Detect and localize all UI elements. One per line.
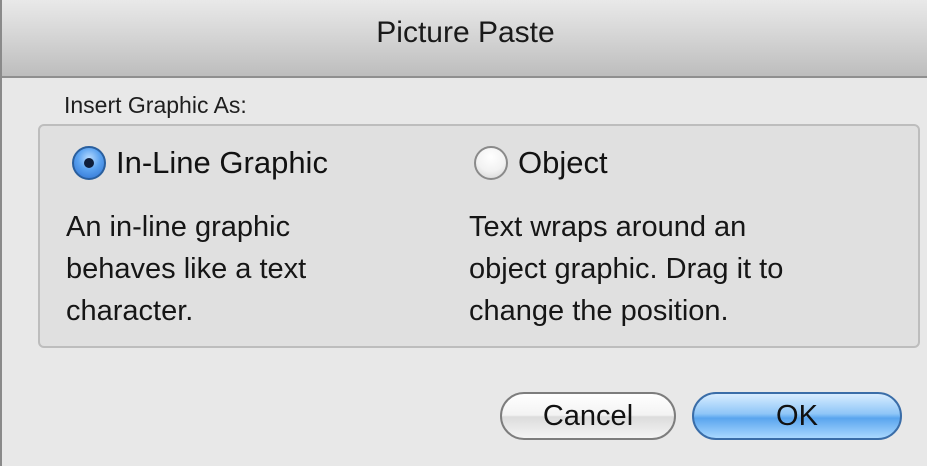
inline-graphic-radio-option[interactable]: In-Line Graphic <box>72 143 328 183</box>
picture-paste-dialog: Picture Paste Insert Graphic As: In-Line… <box>0 0 927 466</box>
cancel-button[interactable]: Cancel <box>500 392 676 440</box>
radio-unselected-icon[interactable] <box>474 146 508 180</box>
description-line: An in-line graphic <box>66 211 291 243</box>
description-line: character. <box>66 295 194 327</box>
radio-selected-icon[interactable] <box>72 146 106 180</box>
object-description: Text wraps around an object graphic. Dra… <box>469 206 909 332</box>
object-label[interactable]: Object <box>518 143 608 183</box>
description-line: Text wraps around an <box>469 211 747 243</box>
description-line: change the position. <box>469 295 729 327</box>
inline-graphic-description: An in-line graphic behaves like a text c… <box>66 206 426 332</box>
inline-graphic-label[interactable]: In-Line Graphic <box>116 143 328 183</box>
ok-button[interactable]: OK <box>692 392 902 440</box>
window-title: Picture Paste <box>376 16 555 49</box>
insert-graphic-as-label: Insert Graphic As: <box>64 92 247 118</box>
object-radio-option[interactable]: Object <box>474 143 608 183</box>
description-line: object graphic. Drag it to <box>469 253 784 285</box>
title-bar[interactable]: Picture Paste <box>2 0 927 78</box>
description-line: behaves like a text <box>66 253 307 285</box>
